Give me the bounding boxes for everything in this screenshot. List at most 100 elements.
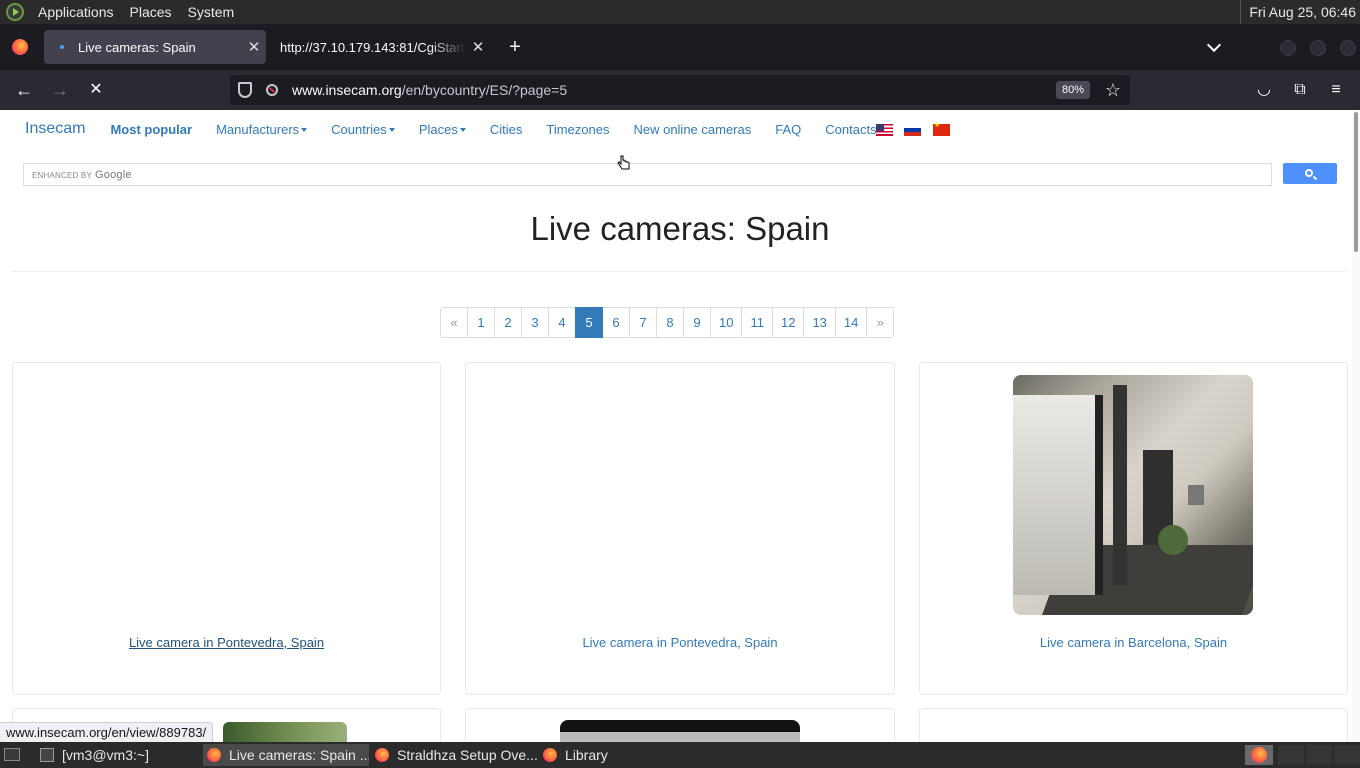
pager-prev[interactable]: « (440, 307, 468, 338)
menu-applications[interactable]: Applications (30, 0, 122, 24)
list-all-tabs-icon[interactable] (1206, 38, 1224, 56)
pager-page[interactable]: 4 (548, 307, 576, 338)
nav-manufacturers[interactable]: Manufacturers (216, 122, 308, 137)
close-tab-icon[interactable]: ✕ (466, 38, 490, 56)
taskbar-library[interactable]: Library (539, 744, 705, 766)
tab-loading-icon (60, 45, 64, 49)
tab-live-cameras[interactable]: Live cameras: Spain ✕ (44, 30, 266, 64)
pocket-icon[interactable]: ◡ (1254, 80, 1274, 100)
pager-page[interactable]: 10 (710, 307, 743, 338)
hand-cursor-icon (617, 155, 630, 170)
desktop: Applications Places System Fri Aug 25, 0… (0, 0, 1360, 768)
pager-page[interactable]: 7 (629, 307, 657, 338)
pager-page[interactable]: 1 (467, 307, 495, 338)
nav-new-online-cameras[interactable]: New online cameras (633, 122, 751, 137)
hamburger-menu-icon[interactable]: ≡ (1326, 80, 1346, 100)
nav-most-popular[interactable]: Most popular (110, 122, 192, 137)
pager-page[interactable]: 13 (803, 307, 836, 338)
pager-page[interactable]: 9 (683, 307, 711, 338)
china-flag-icon[interactable] (933, 121, 950, 136)
stop-loading-icon[interactable]: ✕ (85, 80, 107, 100)
minimize-window-button[interactable] (1280, 40, 1296, 56)
pager-page[interactable]: 11 (741, 307, 773, 338)
link-status-url: www.insecam.org/en/view/889783/ (0, 722, 214, 742)
camera-thumbnail[interactable] (560, 720, 800, 742)
workspace-3[interactable] (1334, 745, 1360, 765)
distro-logo-icon[interactable] (6, 3, 24, 21)
zoom-level-badge[interactable]: 80% (1055, 81, 1090, 99)
tab-cgistart[interactable]: http://37.10.179.143:81/CgiStart ✕ (268, 30, 490, 64)
pager-current-page[interactable]: 5 (575, 307, 603, 338)
pager-page[interactable]: 3 (521, 307, 549, 338)
camera-link[interactable]: Live camera in Pontevedra, Spain (466, 635, 894, 650)
camera-thumbnail[interactable] (1013, 375, 1253, 615)
pager-next[interactable]: » (866, 307, 895, 338)
workspace-2[interactable] (1306, 745, 1332, 765)
camera-link[interactable]: Live camera in Pontevedra, Spain (13, 635, 440, 650)
firefox-icon (207, 748, 221, 762)
pager-page[interactable]: 12 (771, 307, 805, 338)
panel-clock[interactable]: Fri Aug 25, 06:46 (1240, 0, 1356, 24)
scrollbar-thumb[interactable] (1354, 112, 1358, 252)
maximize-window-button[interactable] (1310, 40, 1326, 56)
page-scrollbar[interactable] (1352, 110, 1360, 742)
tray-firefox[interactable] (1245, 745, 1273, 765)
taskbar-terminal[interactable]: [vm3@vm3:~] (36, 744, 202, 766)
camera-card: Live camera in Barcelona, Spain (919, 362, 1348, 695)
close-tab-icon[interactable]: ✕ (242, 38, 266, 56)
url-domain: www.insecam.org (292, 82, 402, 98)
camera-card: Live camera in Pontevedra, Spain (12, 362, 441, 695)
bottom-taskbar: [vm3@vm3:~] Live cameras: Spain ... Stra… (0, 742, 1360, 768)
camera-card: Live camera in Pontevedra, Spain (465, 362, 895, 695)
nav-countries[interactable]: Countries (331, 122, 395, 137)
nav-faq[interactable]: FAQ (775, 122, 801, 137)
navigation-toolbar: ← → ✕ www.insecam.org/en/bycountry/ES/?p… (0, 70, 1360, 110)
forward-arrow-icon[interactable]: → (49, 80, 71, 100)
terminal-icon (40, 748, 54, 762)
back-arrow-icon[interactable]: ← (13, 80, 35, 100)
close-window-button[interactable] (1340, 40, 1356, 56)
pager-page[interactable]: 8 (656, 307, 684, 338)
page-title: Live cameras: Spain (530, 210, 830, 247)
nav-places[interactable]: Places (419, 122, 466, 137)
taskbar-label: Library (565, 747, 608, 763)
nav-contacts[interactable]: Contacts (825, 122, 876, 137)
web-page: Insecam Most popular Manufacturers Count… (0, 110, 1352, 742)
top-panel: Applications Places System Fri Aug 25, 0… (0, 0, 1360, 24)
pager-page[interactable]: 6 (602, 307, 630, 338)
show-desktop-icon[interactable] (4, 748, 20, 761)
nav-cities[interactable]: Cities (490, 122, 523, 137)
pager-page[interactable]: 2 (494, 307, 522, 338)
caret-down-icon (459, 128, 466, 133)
tracking-protection-shield-icon[interactable] (238, 82, 252, 98)
taskbar-label: Straldhza Setup Ove... (397, 747, 537, 763)
url-text[interactable]: www.insecam.org/en/bycountry/ES/?page=5 (292, 82, 1056, 98)
menu-places[interactable]: Places (122, 0, 180, 24)
camera-thumbnail[interactable] (223, 722, 347, 742)
extensions-puzzle-icon[interactable]: ⧉ (1290, 80, 1310, 100)
pager-page[interactable]: 14 (834, 307, 868, 338)
address-bar[interactable]: www.insecam.org/en/bycountry/ES/?page=5 … (230, 75, 1130, 105)
search-button[interactable] (1283, 163, 1337, 184)
insecure-lock-icon[interactable] (266, 84, 278, 96)
us-flag-icon[interactable] (876, 124, 893, 136)
tab-title: http://37.10.179.143:81/CgiStart (280, 39, 465, 55)
taskbar-label: [vm3@vm3:~] (62, 747, 149, 763)
workspace-1[interactable] (1278, 745, 1304, 765)
site-brand[interactable]: Insecam (25, 120, 85, 138)
new-tab-button[interactable]: + (504, 36, 526, 58)
search-icon (1305, 168, 1313, 177)
firefox-icon (1251, 747, 1267, 763)
site-navbar: Insecam Most popular Manufacturers Count… (0, 110, 1352, 148)
bookmark-star-icon[interactable]: ☆ (1100, 80, 1126, 101)
taskbar-firefox-live-cameras[interactable]: Live cameras: Spain ... (203, 744, 369, 766)
russia-flag-icon[interactable] (904, 124, 921, 136)
google-search-input[interactable]: ENHANCED BY Google (23, 163, 1272, 186)
nav-places-label: Places (418, 121, 458, 137)
firefox-view-icon[interactable] (12, 39, 28, 55)
nav-timezones[interactable]: Timezones (546, 122, 609, 137)
camera-link[interactable]: Live camera in Barcelona, Spain (920, 635, 1347, 650)
taskbar-firefox-setup[interactable]: Straldhza Setup Ove... (371, 744, 537, 766)
url-path: /en/bycountry/ES/?page=5 (401, 82, 568, 98)
menu-system[interactable]: System (180, 0, 243, 24)
